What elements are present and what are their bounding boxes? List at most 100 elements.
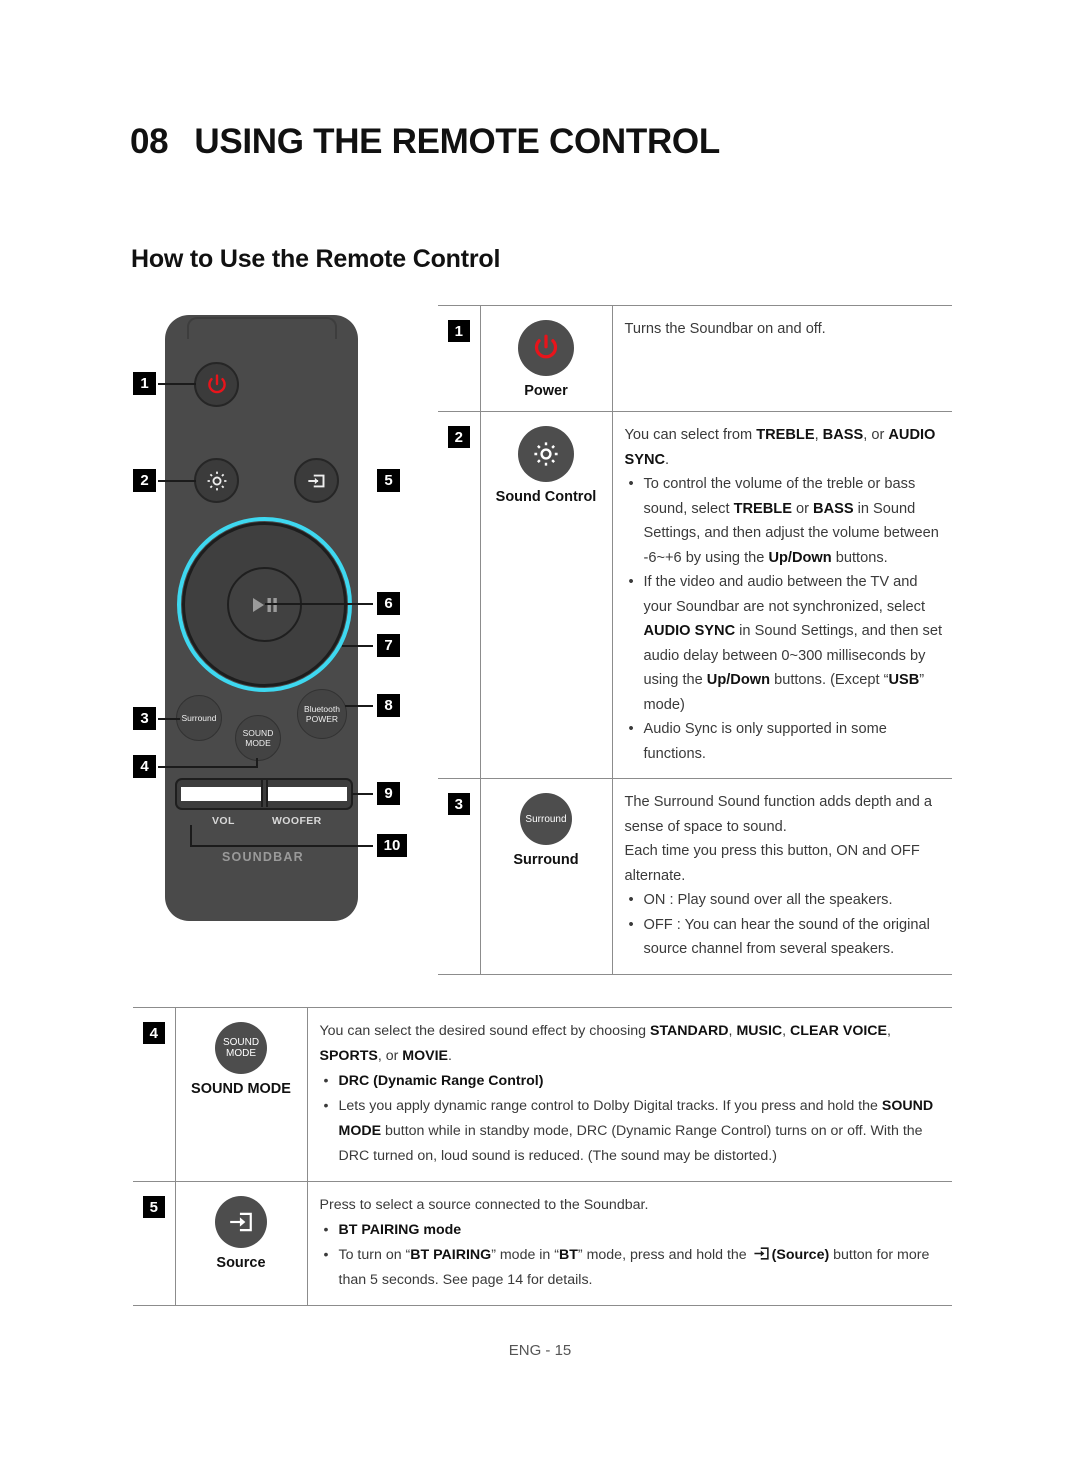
description-bullet-list: ON : Play sound over all the speakers.OF… [625,888,945,962]
row-icon-caption: Surround [513,852,579,868]
remote-brand-label: SOUNDBAR [222,850,304,864]
callout-5: 5 [377,469,400,492]
remote-power-button[interactable] [194,362,239,407]
row-icon-cell: SOUND MODE SOUND MODE [174,1007,308,1182]
remote-sound-mode-label-2: MODE [245,738,271,748]
remote-source-button[interactable] [294,458,339,503]
description-sub-text: Lets you apply dynamic range control to … [320,1094,945,1169]
surround-icon: Surround [520,793,572,845]
table-row: 5 Source Press to select a source connecte… [133,1181,952,1306]
leader-line-6 [265,603,373,605]
description-bullet: DRC (Dynamic Range Control) [320,1069,945,1094]
callout-6: 6 [377,592,400,615]
leader-line-2 [158,480,196,482]
row-description-text: Press to select a source connected to th… [320,1193,945,1293]
row-description-text: You can select from TREBLE, BASS, or AUD… [625,423,945,766]
page-title: 08 USING THE REMOTE CONTROL [130,122,720,162]
leader-line-9 [352,793,373,795]
description-bullet: To control the volume of the treble or b… [625,472,945,570]
remote-functions-table-bottom: 4 SOUND MODE SOUND MODE You can select the d… [133,1007,952,1306]
row-number-cell: 4 [133,1007,175,1182]
chapter-number: 08 [130,122,169,161]
description-paragraph: Each time you press this button, ON and … [624,843,920,884]
row-number-badge: 5 [142,1196,165,1218]
remote-vol-woofer-rocker[interactable] [175,778,353,810]
callout-9: 9 [377,782,400,805]
row-number-cell: 1 [438,305,480,412]
description-bullet: Audio Sync is only supported in some fun… [625,717,945,766]
row-description-cell: Press to select a source connected to th… [307,1181,952,1306]
row-number-badge: 1 [447,320,470,342]
remote-sound-mode-label-1: SOUND [242,728,274,738]
remote-top-notch [187,317,337,339]
table-row: 2 Sound Control You can select from TREBLE… [438,411,952,779]
row-number-badge: 2 [447,426,470,448]
description-paragraph: You can select from TREBLE, BASS, or AUD… [624,427,936,468]
row-icon-cell: Source [174,1181,308,1306]
description-bullet: OFF : You can hear the sound of the orig… [625,913,945,962]
leader-line-10a [190,825,192,847]
leader-line-3 [158,718,180,720]
callout-1: 1 [133,372,156,395]
rocker-divider [261,780,268,807]
row-number-cell: 2 [438,411,480,779]
remote-bluetooth-label-2: POWER [305,714,339,724]
leader-line-10b [190,845,373,847]
callout-8: 8 [377,694,400,717]
remote-control-diagram: Surround Bluetooth POWER SOUND MODE VOL WO… [130,300,430,940]
row-number-cell: 5 [133,1181,175,1306]
row-number-badge: 3 [447,793,470,815]
remote-sound-mode-button[interactable]: SOUND MODE [235,715,281,761]
row-description-cell: You can select from TREBLE, BASS, or AUD… [612,411,952,779]
callout-4: 4 [133,755,156,778]
row-description-cell: The Surround Sound function adds depth a… [612,778,952,975]
row-icon-cell: Power [479,305,613,412]
row-description-text: You can select the desired sound effect … [320,1019,945,1169]
sound-mode-icon: SOUND MODE [215,1022,267,1074]
remote-vol-label: VOL [212,815,235,827]
power-icon [207,373,226,393]
description-bullet-list: DRC (Dynamic Range Control)Lets you appl… [320,1069,945,1169]
table-row: 4 SOUND MODE SOUND MODE You can select the d… [133,1007,952,1182]
remote-bluetooth-label-1: Bluetooth [304,704,340,714]
description-bullet-list: To control the volume of the treble or b… [625,472,945,766]
description-bullet: BT PAIRING mode [320,1218,945,1243]
row-description-cell: Turns the Soundbar on and off. [612,305,952,412]
row-icon-caption: SOUND MODE [191,1081,291,1097]
gear-icon [207,471,226,490]
description-sub-text: To turn on “BT PAIRING” mode in “BT” mod… [320,1243,945,1293]
table-row: 1 Power Turns the Soundbar on and off. [438,305,952,412]
leader-line-7 [342,645,373,647]
description-bullet-list: BT PAIRING modeTo turn on “BT PAIRING” m… [320,1218,945,1293]
chapter-title-text: USING THE REMOTE CONTROL [194,122,720,161]
leader-line-1 [158,383,196,385]
row-icon-cell: Surround Surround [479,778,613,975]
row-description-text: Turns the Soundbar on and off. [625,317,945,342]
remote-sound-control-button[interactable] [194,458,239,503]
gear-icon [518,426,574,482]
source-icon [215,1196,267,1248]
remote-woofer-label: WOOFER [272,815,322,827]
callout-7: 7 [377,634,400,657]
callout-10: 10 [377,834,407,857]
row-icon-caption: Power [524,383,568,399]
row-number-badge: 4 [142,1022,165,1044]
remote-functions-table-top: 1 Power Turns the Soundbar on and off. 2 Sou… [438,305,952,975]
leader-line-4a [158,766,258,768]
description-bullet: ON : Play sound over all the speakers. [625,888,945,913]
row-icon-cell: Sound Control [479,411,613,779]
remote-surround-label: Surround [181,713,217,723]
callout-2: 2 [133,469,156,492]
description-paragraph: Press to select a source connected to th… [319,1197,649,1213]
row-icon-caption: Source [216,1255,266,1271]
description-paragraph: The Surround Sound function adds depth a… [624,794,933,835]
row-icon-caption: Sound Control [495,489,597,505]
row-description-text: The Surround Sound function adds depth a… [625,790,945,962]
leader-line-8 [345,705,373,707]
description-bullet: If the video and audio between the TV an… [625,570,945,717]
remote-bluetooth-power-button[interactable]: Bluetooth POWER [297,689,347,739]
section-title: How to Use the Remote Control [131,245,501,273]
leader-line-4b [256,758,258,768]
description-paragraph: Turns the Soundbar on and off. [624,321,826,337]
remote-surround-button[interactable]: Surround [176,695,222,741]
